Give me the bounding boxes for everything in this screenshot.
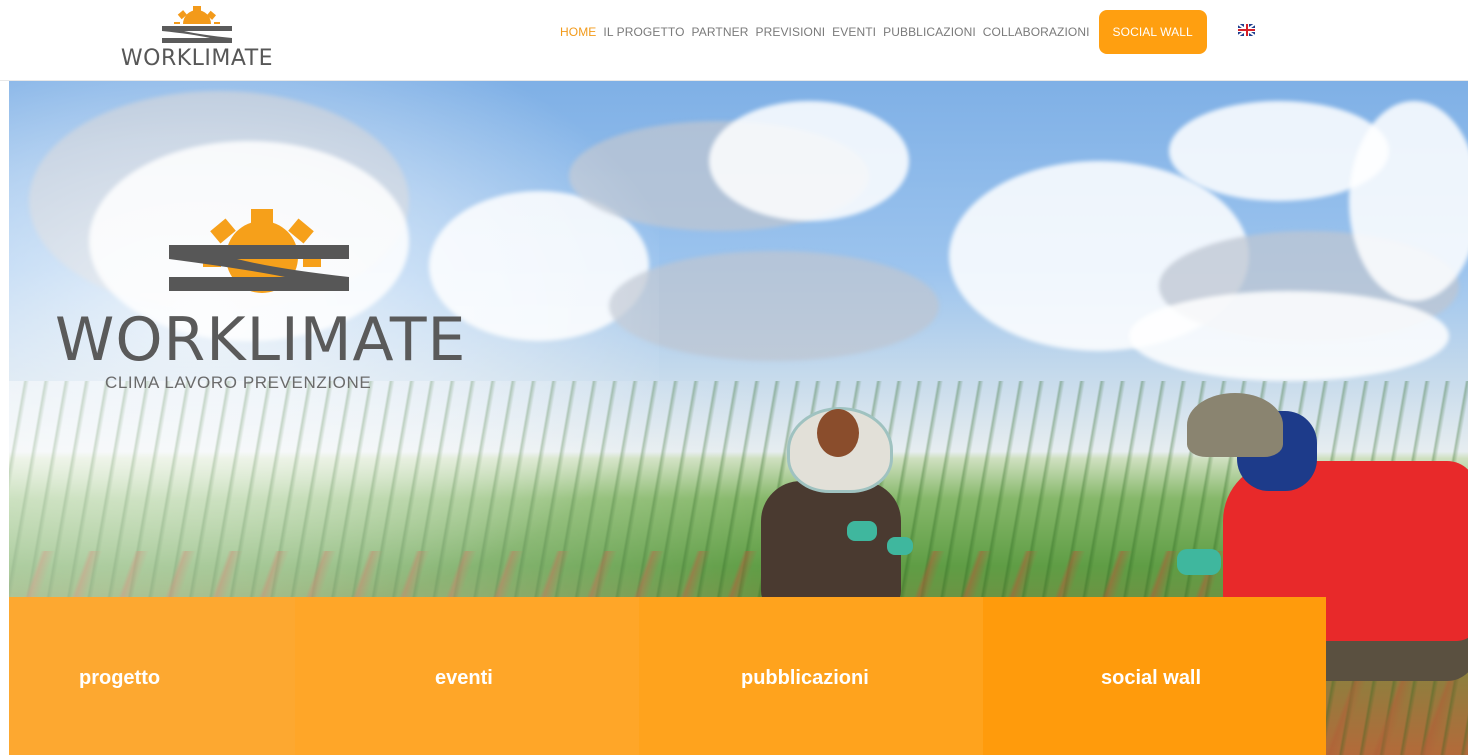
social-wall-button[interactable]: SOCIAL WALL <box>1098 10 1207 54</box>
nav-collaborazioni[interactable]: COLLABORAZIONI <box>983 25 1090 39</box>
nav-home[interactable]: HOME <box>560 25 596 39</box>
hero-logo: WORKLIMATE CLIMA LAVORO PREVENZIONE <box>55 205 475 395</box>
tile-label: eventi <box>435 667 493 689</box>
site-header: WORKLIMATE HOME IL PROGETTO PARTNER PREV… <box>0 0 1468 81</box>
hero-logo-title: WORKLIMATE <box>55 305 467 375</box>
tile-social-wall[interactable]: social wall <box>983 597 1326 755</box>
feature-tiles: progetto eventi pubblicazioni social wal… <box>9 597 1326 755</box>
logo-gear-icon <box>154 6 240 48</box>
tile-label: social wall <box>1101 667 1202 689</box>
site-logo[interactable]: WORKLIMATE <box>112 4 282 74</box>
nav-il-progetto[interactable]: IL PROGETTO <box>603 25 684 39</box>
uk-flag-icon[interactable] <box>1238 24 1255 36</box>
tile-label: progetto <box>79 667 161 689</box>
nav-pubblicazioni[interactable]: PUBBLICAZIONI <box>883 25 976 39</box>
tile-pubblicazioni[interactable]: pubblicazioni <box>639 597 983 755</box>
nav-previsioni[interactable]: PREVISIONI <box>755 25 825 39</box>
nav-partner[interactable]: PARTNER <box>692 25 749 39</box>
hero-gear-icon <box>169 209 349 293</box>
main-nav: HOME IL PROGETTO PARTNER PREVISIONI EVEN… <box>560 10 1207 54</box>
hero-tagline: CLIMA LAVORO PREVENZIONE <box>105 373 372 392</box>
nav-eventi[interactable]: EVENTI <box>832 25 876 39</box>
logo-wordmark: WORKLIMATE <box>120 46 274 71</box>
tile-eventi[interactable]: eventi <box>295 597 639 755</box>
tile-progetto[interactable]: progetto <box>9 597 295 755</box>
tile-label: pubblicazioni <box>741 667 869 689</box>
